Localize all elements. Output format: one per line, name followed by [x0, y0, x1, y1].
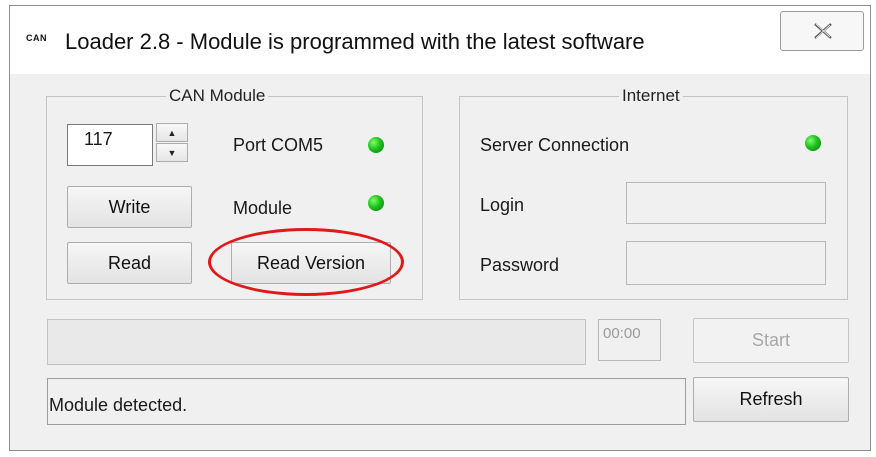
close-button[interactable]	[780, 11, 864, 51]
window-title: Loader 2.8 - Module is programmed with t…	[65, 29, 645, 54]
spin-down-button[interactable]: ▼	[156, 143, 188, 162]
loader-window: CAN Loader 2.8 - Module is programmed wi…	[9, 5, 871, 451]
red-highlight-ellipse	[208, 228, 404, 296]
refresh-button[interactable]: Refresh	[693, 377, 849, 422]
write-button[interactable]: Write	[67, 186, 192, 228]
server-connection-label: Server Connection	[480, 135, 630, 155]
server-status-led-icon	[805, 135, 821, 151]
progress-bar	[47, 319, 586, 365]
port-status-led-icon	[368, 137, 384, 153]
module-id-input[interactable]: 117	[67, 124, 153, 166]
module-label: Module	[233, 198, 293, 218]
can-module-group-label: CAN Module	[166, 86, 269, 106]
login-field[interactable]	[626, 182, 826, 224]
login-label: Login	[480, 195, 525, 215]
close-icon	[814, 23, 832, 39]
spin-up-button[interactable]: ▲	[156, 123, 188, 142]
module-status-led-icon	[368, 195, 384, 211]
port-label: Port COM5	[233, 135, 324, 155]
password-label: Password	[480, 255, 560, 275]
read-button[interactable]: Read	[67, 242, 192, 284]
can-app-icon: CAN	[26, 33, 47, 43]
arrow-up-icon: ▲	[167, 127, 177, 138]
status-bar: Module detected.	[47, 378, 686, 425]
password-field[interactable]	[626, 241, 826, 285]
internet-group-label: Internet	[619, 86, 683, 106]
start-button[interactable]: Start	[693, 318, 849, 363]
arrow-down-icon: ▼	[167, 147, 177, 158]
elapsed-time-field: 00:00	[598, 319, 661, 361]
title-bar: CAN Loader 2.8 - Module is programmed wi…	[10, 6, 870, 74]
